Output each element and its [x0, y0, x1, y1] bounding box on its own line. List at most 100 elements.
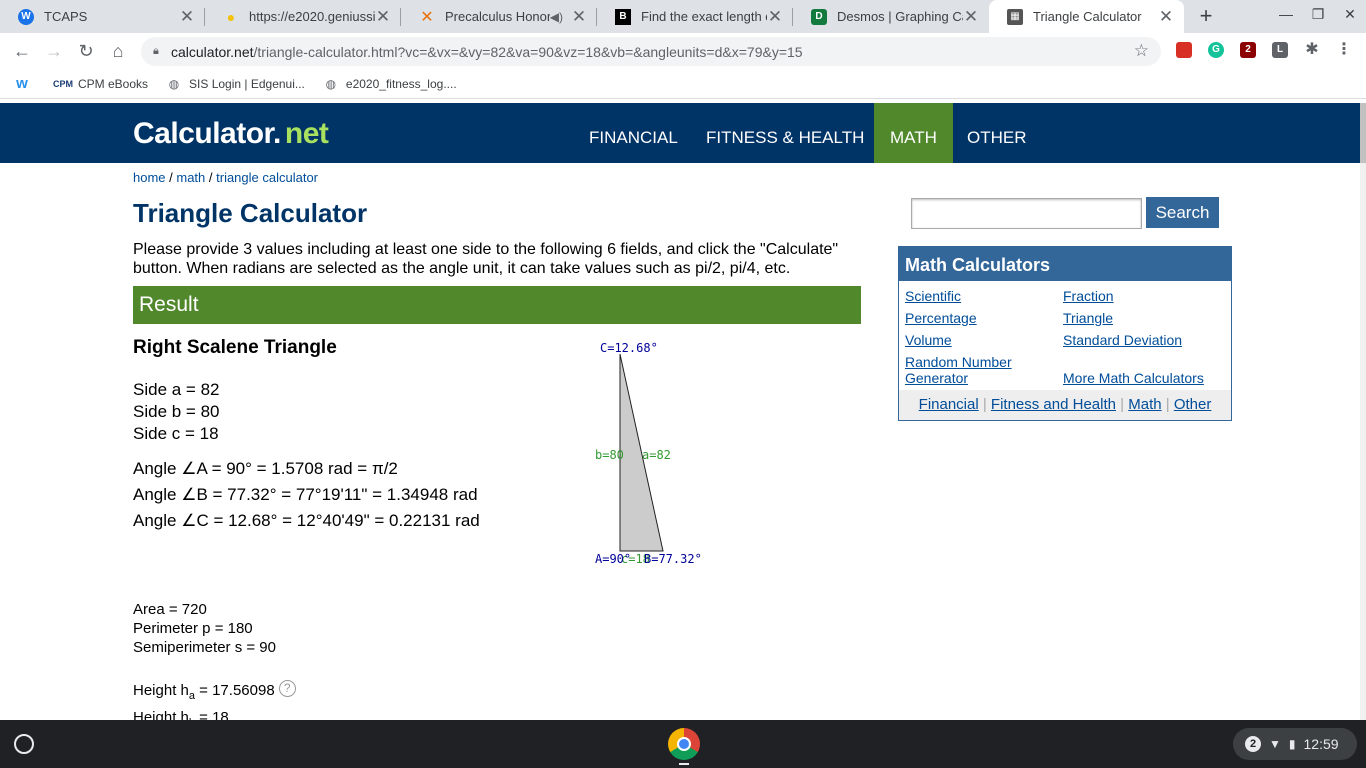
link-scientific[interactable]: Scientific	[905, 288, 961, 304]
bookmark-cpm[interactable]: CPM CPM eBooks	[53, 76, 149, 92]
tab-strip: W TCAPS ✕ ● https://e2020.geniussis... ✕…	[0, 0, 1366, 33]
label-angle-c: C=12.68°	[600, 341, 658, 355]
close-icon[interactable]: ✕	[767, 7, 783, 27]
tab-triangle-calculator[interactable]: ▦ Triangle Calculator ✕	[989, 0, 1184, 33]
chrome-icon[interactable]	[668, 728, 700, 760]
breadcrumb-separator: /	[165, 170, 177, 185]
grammarly-icon[interactable]: G	[1208, 42, 1224, 58]
height-a-row: Height ha = 17.56098?	[133, 680, 296, 707]
tab-geniussis[interactable]: ● https://e2020.geniussis... ✕	[205, 0, 401, 33]
area-block: Area = 720 Perimeter p = 180 Semiperimet…	[133, 600, 276, 657]
scrollbar-thumb[interactable]	[1360, 103, 1366, 163]
bookmark-fitness-log[interactable]: ◍ e2020_fitness_log....	[323, 76, 457, 92]
math-box-title: Math Calculators	[899, 247, 1231, 281]
nav-fitness-health[interactable]: FITNESS & HEALTH	[690, 103, 880, 163]
speaker-icon[interactable]: ◀)	[550, 10, 563, 24]
restore-icon[interactable]: ❐	[1308, 6, 1328, 23]
browser-toolbar: ← → ↻ ⌂ 🔒︎ calculator.net/triangle-calcu…	[0, 33, 1366, 69]
nav-financial[interactable]: FINANCIAL	[573, 103, 694, 163]
angle-c-value: Angle ∠C = 12.68° = 12°40'49" = 0.22131 …	[133, 511, 480, 530]
tab-tcaps[interactable]: W TCAPS ✕	[0, 0, 205, 33]
label-side-a: a=82	[642, 448, 671, 462]
result-header: Result	[133, 286, 861, 324]
link-random-number-generator[interactable]: Random Number Generator	[905, 354, 1035, 386]
link-more-math-calculators[interactable]: More Math Calculators	[1063, 370, 1204, 386]
extensions-puzzle-icon[interactable]: ✱	[1304, 42, 1320, 58]
sides-list: Side a = 82 Side b = 80 Side c = 18	[133, 379, 220, 445]
bookmark-label: SIS Login | Edgenui...	[189, 76, 305, 91]
close-icon[interactable]: ✕	[571, 7, 587, 27]
page-title: Triangle Calculator	[133, 198, 368, 228]
link-percentage[interactable]: Percentage	[905, 310, 977, 326]
brainly-icon: B	[615, 8, 631, 25]
calculator-icon: ▦	[1007, 8, 1023, 25]
minimize-icon[interactable]: —	[1276, 6, 1296, 22]
system-tray[interactable]: 2 ▼ ▮ 12:59	[1233, 728, 1357, 760]
menu-kebab-icon[interactable]: ⋮	[1336, 42, 1352, 58]
label-angle-b: B=77.32°	[644, 552, 702, 566]
angles-list: Angle ∠A = 90° = 1.5708 rad = π/2 Angle …	[133, 456, 480, 534]
extension-l-icon[interactable]: L	[1272, 42, 1288, 58]
nav-math[interactable]: MATH	[874, 103, 953, 163]
forward-arrow-icon[interactable]: →	[42, 39, 66, 63]
logo-text: Calculator.	[133, 117, 281, 150]
link-triangle[interactable]: Triangle	[1063, 310, 1113, 326]
extension-shield-icon[interactable]: 2	[1240, 42, 1256, 58]
footer-link-other[interactable]: Other	[1174, 396, 1212, 413]
back-arrow-icon[interactable]: ←	[10, 39, 34, 63]
close-icon[interactable]: ✕	[963, 7, 979, 27]
help-icon[interactable]: ?	[278, 680, 296, 697]
bookmark-star-icon[interactable]: ☆	[1134, 41, 1149, 61]
label-angle-a: A=90°	[595, 552, 631, 566]
result-title: Right Scalene Triangle	[133, 337, 337, 358]
tab-title: Triangle Calculator	[1033, 9, 1142, 24]
bookmark-weebly[interactable]: w	[14, 75, 37, 92]
bookmark-sis-login[interactable]: ◍ SIS Login | Edgenui...	[166, 76, 305, 92]
site-logo[interactable]: Calculator. net	[133, 117, 329, 151]
breadcrumb-home[interactable]: home	[133, 170, 166, 185]
home-icon[interactable]: ⌂	[106, 39, 130, 63]
height-label: Height h	[133, 709, 189, 720]
extension-book-icon[interactable]	[1176, 42, 1192, 58]
footer-link-financial[interactable]: Financial	[919, 396, 979, 413]
tab-precalculus[interactable]: ✕ Precalculus Honors ◀) ✕	[401, 0, 597, 33]
search-input[interactable]	[911, 198, 1142, 229]
bookmark-label: CPM eBooks	[78, 76, 149, 91]
tab-title: TCAPS	[44, 9, 88, 24]
footer-link-fitness[interactable]: Fitness and Health	[991, 396, 1116, 413]
footer-separator: |	[1161, 396, 1174, 413]
search-button[interactable]: Search	[1146, 197, 1219, 228]
footer-link-math[interactable]: Math	[1128, 396, 1161, 413]
link-standard-deviation[interactable]: Standard Deviation	[1063, 332, 1182, 348]
nav-other[interactable]: OTHER	[951, 103, 1043, 163]
edgenuity-icon: ✕	[420, 8, 434, 26]
close-icon[interactable]: ✕	[179, 7, 195, 27]
wifi-icon: ▼	[1269, 737, 1281, 751]
close-icon[interactable]: ✕	[1158, 7, 1174, 27]
link-volume[interactable]: Volume	[905, 332, 952, 348]
close-icon[interactable]: ✕	[375, 7, 391, 27]
tab-title: Find the exact length of t	[641, 9, 767, 24]
tab-desmos[interactable]: D Desmos | Graphing Calcu ✕	[793, 0, 989, 33]
breadcrumb-math[interactable]: math	[176, 170, 205, 185]
link-fraction[interactable]: Fraction	[1063, 288, 1114, 304]
height-label: Height h	[133, 682, 189, 699]
battery-icon: ▮	[1288, 737, 1296, 751]
lightbulb-icon: ●	[226, 8, 236, 25]
globe-icon: ◍	[168, 76, 180, 91]
page-scrollbar[interactable]	[1360, 103, 1366, 720]
angle-a-value: Angle ∠A = 90° = 1.5708 rad = π/2	[133, 459, 398, 478]
close-window-icon[interactable]: ✕	[1340, 6, 1360, 23]
launcher-icon[interactable]	[14, 734, 34, 754]
perimeter-value: Perimeter p = 180	[133, 620, 253, 637]
app-running-indicator	[679, 763, 689, 765]
breadcrumb-current[interactable]: triangle calculator	[216, 170, 318, 185]
tab-brainly[interactable]: B Find the exact length of t ✕	[597, 0, 793, 33]
new-tab-button[interactable]: +	[1194, 4, 1218, 28]
breadcrumb: home / math / triangle calculator	[133, 170, 318, 185]
label-side-b: b=80	[595, 448, 624, 462]
side-a-value: Side a = 82	[133, 380, 220, 399]
address-bar[interactable]: 🔒︎ calculator.net/triangle-calculator.ht…	[141, 37, 1161, 66]
reload-icon[interactable]: ↻	[74, 39, 98, 63]
math-box-footer: Financial | Fitness and Health | Math | …	[899, 390, 1231, 420]
